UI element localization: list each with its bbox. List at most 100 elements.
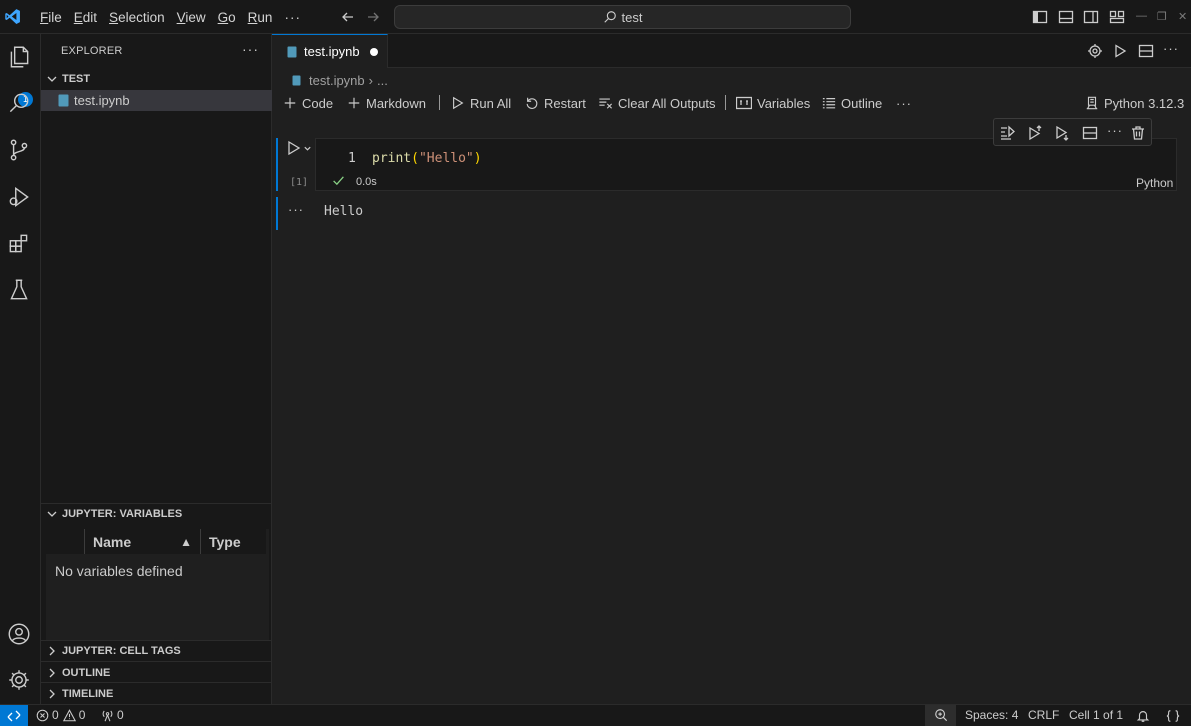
jupyter-variables-title: JUPYTER: VARIABLES (62, 507, 183, 520)
restore-icon[interactable]: ❐ (1157, 10, 1167, 23)
outline-button[interactable]: Outline (822, 92, 882, 114)
explorer-icon[interactable] (6, 44, 32, 70)
run-cell-icon[interactable] (286, 140, 302, 156)
chevron-right-icon (49, 668, 55, 677)
cell-position-indicator[interactable]: Cell 1 of 1 (1069, 708, 1123, 722)
execute-cell-and-below-icon[interactable] (1054, 125, 1070, 141)
forward-arrow-icon[interactable] (365, 9, 381, 25)
code-line[interactable]: print("Hello") (372, 151, 482, 166)
chevron-right-icon (49, 646, 55, 655)
problems-indicator[interactable]: 0 0 (36, 708, 85, 722)
menu-run[interactable]: Run (242, 10, 279, 25)
tab-label: test.ipynb (304, 44, 360, 59)
menu-file[interactable]: File (34, 10, 68, 25)
notebook-file-icon (287, 46, 297, 57)
toolbar-separator (725, 95, 726, 110)
variables-name-column[interactable]: Name ▲ (85, 529, 201, 554)
execute-above-cells-icon[interactable] (1027, 125, 1043, 141)
customize-layout-icon[interactable] (1109, 9, 1125, 25)
run-all-button[interactable]: Run All (451, 92, 511, 114)
indentation-indicator[interactable]: Spaces: 4 (965, 708, 1018, 722)
toolbar-more-actions[interactable]: ··· (896, 92, 912, 114)
run-debug-icon[interactable] (6, 184, 32, 210)
outline-header[interactable]: OUTLINE (41, 662, 272, 683)
manage-gear-icon[interactable] (6, 667, 32, 693)
variables-button[interactable]: Variables (736, 92, 810, 114)
add-code-cell-button[interactable]: Code (283, 92, 333, 114)
jupyter-variables-header[interactable]: JUPYTER: VARIABLES (41, 503, 272, 524)
output-more-actions[interactable]: ··· (288, 202, 304, 217)
notebook-settings-gear-icon[interactable] (1087, 43, 1103, 59)
feedback-braces-icon[interactable] (1166, 709, 1180, 723)
error-count: 0 (52, 708, 59, 722)
menu-go[interactable]: Go (212, 10, 242, 25)
type-column-label: Type (209, 533, 241, 550)
timeline-title: TIMELINE (62, 687, 114, 700)
activity-bar: 1 (0, 34, 41, 704)
kernel-picker[interactable]: Python 3.12.3 (1085, 92, 1184, 114)
timeline-header[interactable]: TIMELINE (41, 683, 272, 704)
split-cell-icon[interactable] (1082, 125, 1098, 141)
cell-language[interactable]: Python (1136, 176, 1173, 190)
back-arrow-icon[interactable] (340, 9, 356, 25)
restart-button[interactable]: Restart (525, 92, 586, 114)
menu-view[interactable]: View (171, 10, 212, 25)
add-markdown-cell-button[interactable]: Markdown (347, 92, 426, 114)
remote-icon (7, 710, 21, 722)
execution-duration: 0.0s (356, 176, 377, 188)
outline-list-icon (822, 98, 836, 109)
sidebar-more-actions[interactable]: ··· (242, 41, 259, 57)
run-by-line-icon[interactable] (1000, 125, 1016, 141)
breadcrumb-more[interactable]: ... (377, 73, 388, 88)
clear-all-outputs-label: Clear All Outputs (618, 95, 716, 111)
folder-header[interactable]: TEST (41, 68, 272, 89)
menu-selection[interactable]: Selection (103, 10, 171, 25)
run-icon[interactable] (1112, 43, 1128, 59)
execution-count: [1] (290, 177, 309, 188)
search-icon (603, 11, 616, 23)
notifications-bell-icon[interactable] (1136, 709, 1150, 723)
breadcrumb-file[interactable]: test.ipynb (309, 73, 365, 88)
chevron-right-icon (49, 689, 55, 698)
command-center-search[interactable]: test (394, 5, 851, 29)
testing-icon[interactable] (6, 277, 32, 303)
breadcrumb-chevron-icon: › (368, 72, 373, 88)
cell-toolbar: ··· (993, 118, 1152, 146)
menu-edit[interactable]: Edit (68, 10, 103, 25)
source-control-icon[interactable] (6, 137, 32, 163)
minimize-icon[interactable]: — (1136, 10, 1147, 22)
chevron-down-icon[interactable] (303, 144, 312, 153)
file-item-test-ipynb[interactable]: test.ipynb (41, 90, 272, 111)
zoom-indicator[interactable] (925, 705, 956, 726)
notebook-file-icon (292, 75, 301, 85)
toolbar-separator (439, 95, 440, 110)
line-number: 1 (348, 151, 356, 166)
cell-more-actions[interactable]: ··· (1107, 123, 1123, 138)
split-editor-icon[interactable] (1138, 43, 1154, 59)
eol-indicator[interactable]: CRLF (1028, 708, 1059, 722)
tab-test-ipynb[interactable]: test.ipynb (272, 34, 388, 68)
editor-more-actions[interactable]: ··· (1163, 41, 1179, 56)
close-window-icon[interactable]: ✕ (1178, 10, 1187, 23)
search-icon[interactable] (6, 90, 32, 116)
account-icon[interactable] (6, 621, 32, 647)
plus-icon (284, 97, 296, 109)
breadcrumb: test.ipynb › ... (292, 72, 388, 88)
variables-icon (736, 96, 752, 110)
delete-cell-trash-icon[interactable] (1130, 125, 1146, 141)
unsaved-dot-icon[interactable] (370, 48, 378, 56)
ports-indicator[interactable]: 0 (101, 708, 124, 722)
warning-icon (62, 708, 76, 721)
toggle-primary-sidebar-icon[interactable] (1032, 9, 1048, 25)
toggle-panel-icon[interactable] (1058, 9, 1074, 25)
sort-ascending-icon: ▲ (180, 534, 192, 549)
menu-more[interactable]: ··· (278, 10, 307, 25)
clear-all-outputs-button[interactable]: Clear All Outputs (598, 92, 716, 114)
variables-empty-message: No variables defined (55, 563, 183, 579)
extensions-icon[interactable] (6, 231, 32, 257)
variables-type-column[interactable]: Type (201, 529, 261, 554)
notebook-toolbar: Code Markdown Run All Restart Clear All … (272, 92, 1191, 114)
remote-indicator[interactable] (0, 705, 28, 726)
jupyter-cell-tags-header[interactable]: JUPYTER: CELL TAGS (41, 640, 272, 661)
toggle-secondary-sidebar-icon[interactable] (1083, 9, 1099, 25)
